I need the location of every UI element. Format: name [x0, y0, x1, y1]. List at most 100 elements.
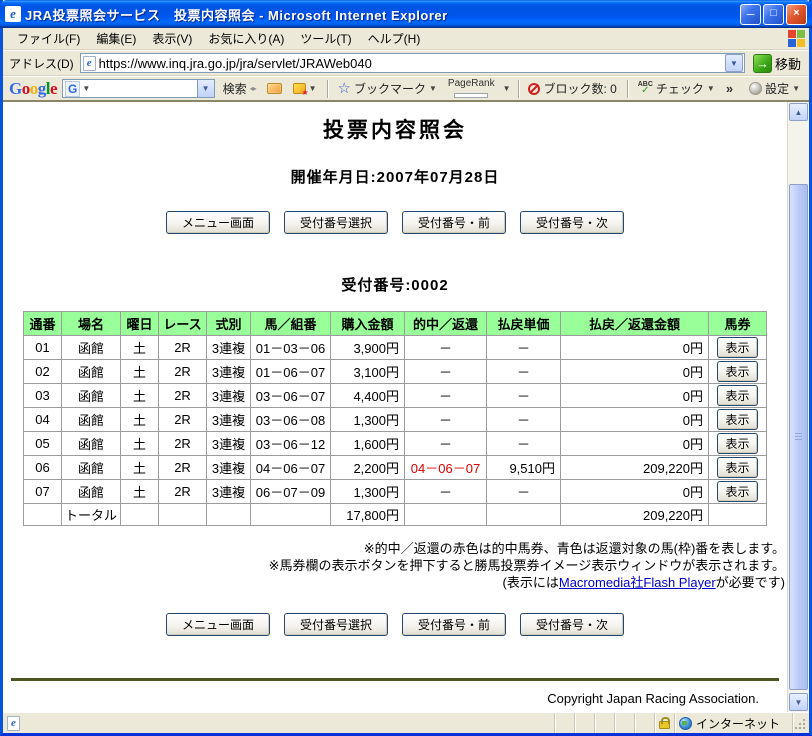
cell-race: 2R [158, 359, 207, 384]
menu-item-file[interactable]: ファイル(F) [9, 28, 88, 49]
lock-icon [659, 716, 670, 729]
status-pane [615, 713, 635, 733]
menu-item-tools[interactable]: ツール(T) [292, 28, 359, 49]
chevron-down-icon: ▼ [792, 84, 800, 93]
receipt-prev-button-bottom[interactable]: 受付番号・前 [402, 613, 507, 636]
close-button[interactable]: × [786, 3, 807, 25]
show-ticket-button[interactable]: 表示 [717, 433, 758, 454]
cell-day: 土 [120, 479, 159, 504]
flash-player-link[interactable]: Macromedia社Flash Player [559, 575, 716, 590]
col-header-day: 曜日 [120, 311, 159, 336]
cell-ticket: 表示 [708, 431, 767, 456]
menu-item-edit[interactable]: 編集(E) [88, 28, 144, 49]
receipt-select-button[interactable]: 受付番号選択 [283, 211, 388, 234]
cell-day [120, 503, 159, 526]
scroll-track[interactable] [788, 122, 809, 692]
receipt-next-button-bottom[interactable]: 受付番号・次 [520, 613, 625, 636]
title-bar: e JRA投票照会サービス 投票内容照会 - Microsoft Interne… [0, 0, 812, 28]
cell-no: 02 [22, 359, 62, 384]
pagerank-indicator[interactable]: PageRank [445, 77, 498, 100]
status-pane [575, 713, 595, 733]
toolbar-overflow-button[interactable]: » [723, 81, 736, 96]
bookmarks-label: ブックマーク [353, 82, 426, 96]
address-dropdown-button[interactable]: ▼ [724, 54, 743, 72]
cell-day: 土 [120, 359, 159, 384]
receipt-next-button[interactable]: 受付番号・次 [520, 211, 625, 234]
google-search-input[interactable]: G ▼ ▼ [62, 79, 215, 98]
show-ticket-button[interactable]: 表示 [717, 385, 758, 406]
scroll-thumb[interactable] [789, 184, 808, 690]
cell-hit: 04－06－07 [404, 455, 487, 480]
menu-screen-button-bottom[interactable]: メニュー画面 [165, 613, 270, 636]
show-ticket-button[interactable]: 表示 [717, 361, 758, 382]
resize-grip[interactable] [793, 713, 809, 733]
menu-screen-button[interactable]: メニュー画面 [165, 211, 270, 234]
bookmarks-button[interactable]: ☆ ブックマーク ▼ [335, 78, 440, 99]
footnotes: ※的中／返還の赤色は的中馬券、青色は返還対象の馬(枠)番を表します。 ※馬券欄の… [3, 540, 787, 591]
chevron-down-icon: ▼ [502, 84, 511, 93]
table-row: 04 函館土 2R 3連複 03－06－08 1,300円－－ 0円 表示 [22, 407, 767, 432]
cell-combo: 01－06－07 [250, 359, 331, 384]
sitesearch-button[interactable] [264, 81, 285, 96]
cell-type [206, 503, 251, 526]
menu-item-favorites[interactable]: お気に入り(A) [200, 28, 292, 49]
cell-no: 05 [22, 431, 62, 456]
show-ticket-button[interactable]: 表示 [717, 481, 758, 502]
google-search-button[interactable]: 検索 ◂▸ [220, 78, 259, 99]
cell-payout: 209,220円 [560, 503, 709, 526]
spellcheck-label: チェック [655, 82, 704, 96]
go-button[interactable]: → 移動 [749, 53, 805, 73]
toolbar-separator [626, 79, 628, 98]
ie-page-icon: e [82, 55, 96, 71]
col-header-amount: 購入金額 [330, 311, 405, 336]
receipt-prev-button[interactable]: 受付番号・前 [402, 211, 507, 234]
minimize-button[interactable]: ─ [740, 3, 761, 25]
cell-ticket: 表示 [708, 479, 767, 504]
note-ticket-button: ※馬券欄の表示ボタンを押下すると勝馬投票券イメージ表示ウィンドウが表示されます。 [268, 558, 785, 573]
settings-label: 設定 [765, 82, 790, 96]
receipt-select-button-bottom[interactable]: 受付番号選択 [283, 613, 388, 636]
show-ticket-button[interactable]: 表示 [717, 457, 758, 478]
cell-amount: 1,300円 [330, 407, 405, 432]
status-pane [595, 713, 615, 733]
cell-day: 土 [120, 383, 159, 408]
show-ticket-button[interactable]: 表示 [717, 337, 758, 358]
cell-place: 函館 [60, 479, 122, 504]
cell-hit: － [404, 431, 487, 456]
menu-item-view[interactable]: 表示(V) [144, 28, 200, 49]
cell-place: トータル [60, 503, 122, 526]
spellcheck-icon: ABC ✓ [637, 81, 653, 96]
scroll-up-button[interactable]: ▲ [789, 103, 808, 121]
chevron-down-icon: ▼ [308, 84, 317, 93]
scroll-down-button[interactable]: ▼ [789, 693, 808, 711]
cell-ticket: 表示 [708, 383, 767, 408]
page-title: 投票内容照会 [323, 119, 467, 142]
internet-zone-pane: インターネット [675, 713, 793, 733]
security-pane [655, 713, 675, 733]
table-total-row: トータル 17,800円 209,220円 [22, 503, 767, 526]
status-pane [555, 713, 575, 733]
address-input[interactable] [95, 55, 725, 71]
settings-button[interactable]: 設定 ▼ [746, 78, 803, 99]
search-history-dropdown-button[interactable]: ▼ [196, 80, 214, 97]
cell-combo: 03－06－08 [250, 407, 331, 432]
pagerank-meter [454, 93, 489, 98]
maximize-button[interactable]: □ [763, 3, 784, 25]
cell-no: 06 [22, 455, 62, 480]
cell-no [22, 503, 62, 526]
show-ticket-button[interactable]: 表示 [717, 409, 758, 430]
cell-combo: 01－03－06 [250, 335, 331, 360]
windows-logo-icon [787, 29, 807, 49]
note-flash-prefix: (表示には [502, 575, 559, 590]
web-page: 投票内容照会 開催年月日:2007年07月28日 メニュー画面 受付番号選択 受… [3, 102, 787, 712]
highlight-button[interactable]: ▼ [290, 81, 320, 97]
spellcheck-button[interactable]: ABC ✓ チェック ▼ [635, 78, 718, 99]
cell-ticket: 表示 [708, 455, 767, 480]
google-logo[interactable]: Google [9, 79, 58, 99]
popup-blocker-button[interactable]: ブロック数: 0 [525, 78, 619, 99]
menu-bar: ファイル(F) 編集(E) 表示(V) お気に入り(A) ツール(T) ヘルプ(… [3, 28, 809, 50]
cell-combo: 06－07－09 [250, 479, 331, 504]
toolbar-separator [517, 79, 519, 98]
cell-ticket: 表示 [708, 335, 767, 360]
menu-item-help[interactable]: ヘルプ(H) [360, 28, 429, 49]
